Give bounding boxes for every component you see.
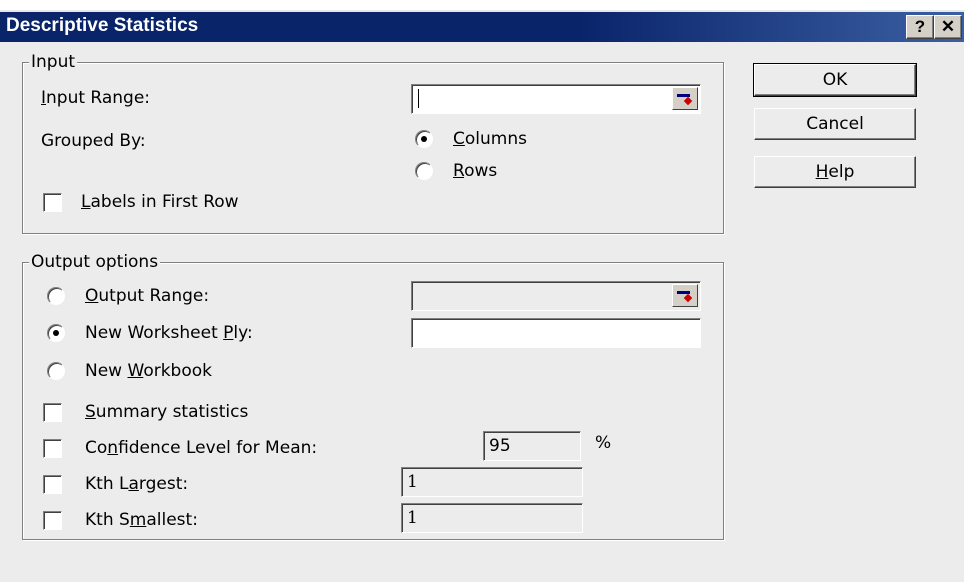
output-range-label[interactable]: Output Range:: [85, 286, 209, 306]
kth-smallest-field[interactable]: 1: [401, 503, 583, 533]
input-group-legend: Input: [29, 52, 78, 72]
new-workbook-radio[interactable]: [47, 362, 65, 380]
grouped-by-label: Grouped By:: [41, 131, 146, 151]
dialog-body: Input Input Range: Grouped By: Columns R…: [0, 42, 964, 582]
labels-first-row-checkbox[interactable]: [43, 193, 62, 212]
columns-label[interactable]: Columns: [453, 129, 527, 149]
title-bar: Descriptive Statistics ? ✕: [0, 12, 964, 42]
help-button[interactable]: Help: [754, 156, 916, 188]
text-caret: [418, 89, 419, 108]
new-workbook-label[interactable]: New Workbook: [85, 361, 212, 381]
collapse-dialog-icon[interactable]: [672, 87, 698, 110]
dialog-window: Descriptive Statistics ? ✕ Input Input R…: [0, 0, 964, 582]
kth-largest-checkbox[interactable]: [43, 475, 62, 494]
output-group: Output options Output Range: New Workshe…: [22, 252, 724, 540]
input-range-field[interactable]: [411, 84, 701, 114]
help-icon[interactable]: ?: [906, 15, 934, 39]
rows-radio[interactable]: [415, 162, 433, 180]
rows-label[interactable]: Rows: [453, 161, 497, 181]
input-range-label: Input Range:: [41, 88, 151, 108]
labels-first-row-label[interactable]: Labels in First Row: [81, 192, 239, 212]
output-range-radio[interactable]: [47, 287, 65, 305]
close-icon[interactable]: ✕: [934, 15, 962, 39]
dialog-title: Descriptive Statistics: [6, 15, 199, 36]
new-worksheet-ply-label[interactable]: New Worksheet Ply:: [85, 323, 253, 343]
kth-largest-field[interactable]: 1: [401, 467, 583, 497]
output-group-legend: Output options: [29, 252, 161, 272]
input-group: Input Input Range: Grouped By: Columns R…: [22, 52, 724, 234]
output-range-field[interactable]: [411, 281, 701, 311]
percent-unit: %: [595, 433, 612, 453]
summary-statistics-label[interactable]: Summary statistics: [85, 402, 248, 422]
new-worksheet-ply-radio[interactable]: [47, 324, 65, 342]
confidence-level-field[interactable]: 95: [483, 431, 581, 461]
columns-radio[interactable]: [415, 130, 433, 148]
cancel-button[interactable]: Cancel: [754, 108, 916, 140]
background-strip: [0, 0, 964, 10]
confidence-level-checkbox[interactable]: [43, 439, 62, 458]
kth-smallest-checkbox[interactable]: [43, 511, 62, 530]
collapse-dialog-icon[interactable]: [672, 284, 698, 307]
kth-largest-label[interactable]: Kth Largest:: [85, 474, 188, 494]
summary-statistics-checkbox[interactable]: [43, 403, 62, 422]
new-worksheet-ply-field[interactable]: [411, 318, 701, 348]
ok-button[interactable]: OK: [753, 63, 917, 97]
kth-smallest-label[interactable]: Kth Smallest:: [85, 510, 198, 530]
confidence-level-label[interactable]: Confidence Level for Mean:: [85, 438, 317, 458]
